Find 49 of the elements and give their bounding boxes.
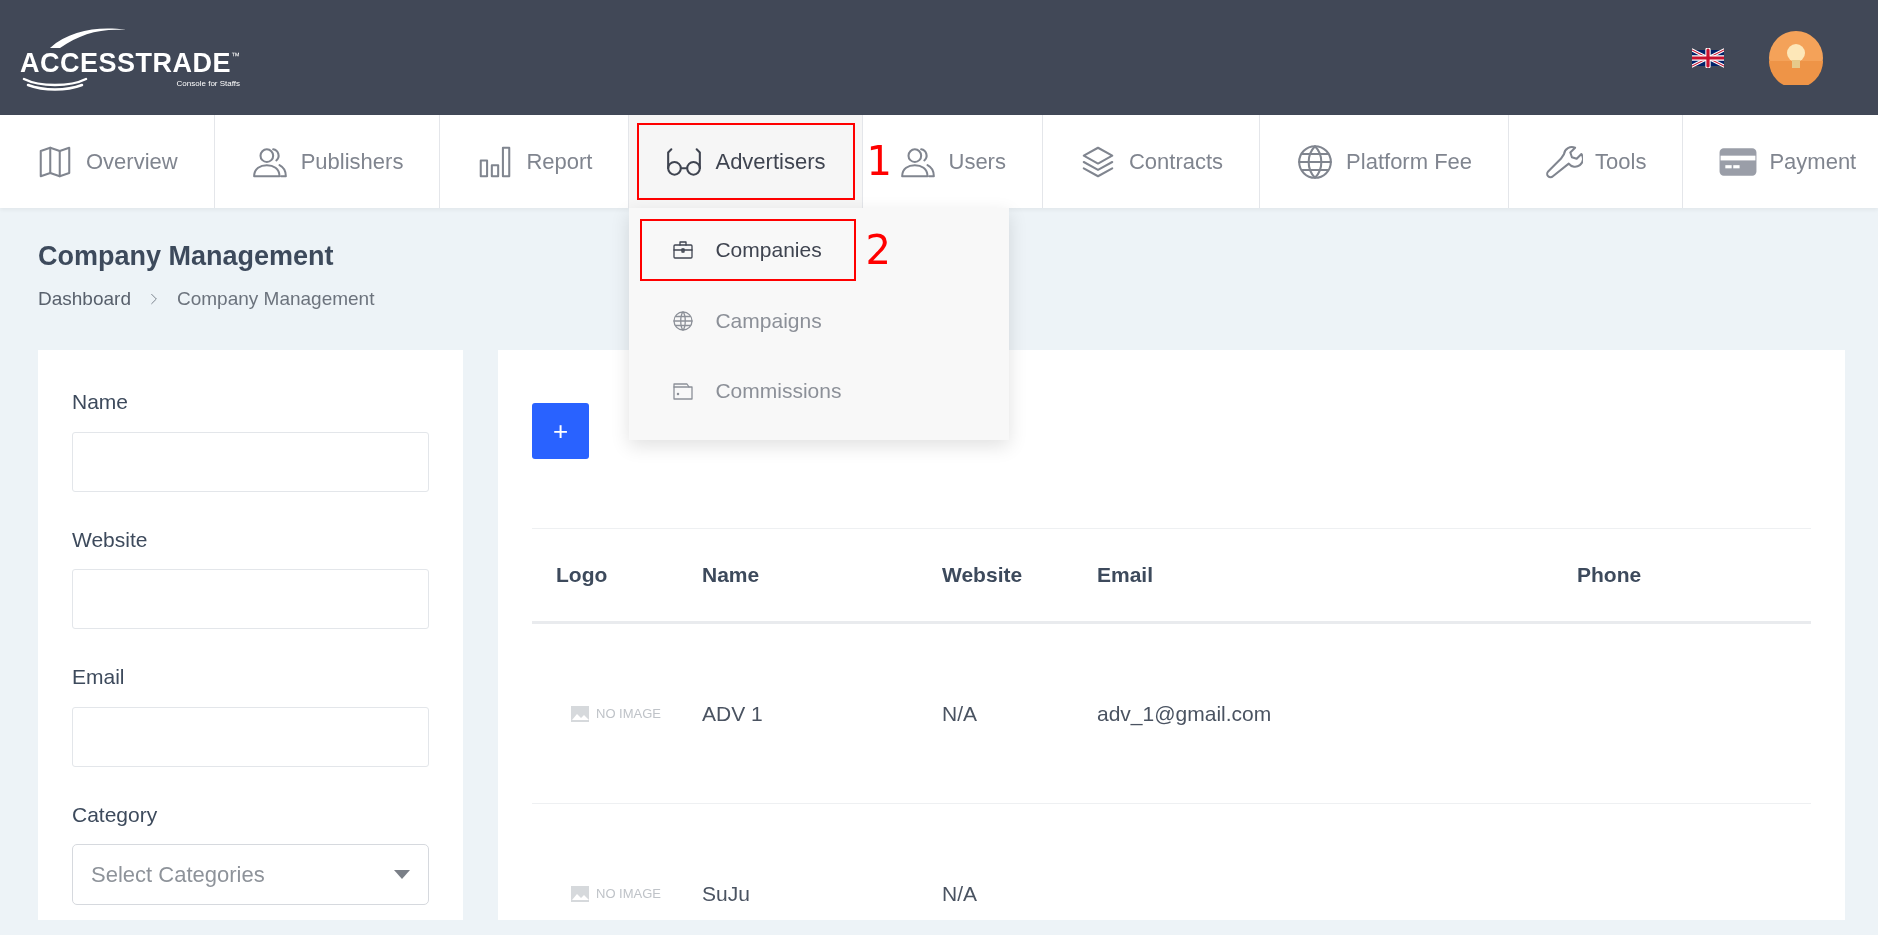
field-label: Category xyxy=(72,801,159,828)
breadcrumb-link[interactable]: Dashboard xyxy=(38,284,131,313)
field-label: Name xyxy=(72,389,130,415)
nav-tab[interactable]: Platform Fee xyxy=(1260,115,1510,208)
input-field[interactable] xyxy=(72,569,429,629)
input-field[interactable] xyxy=(72,706,429,767)
logo-text: ACCESSTRADE xyxy=(20,50,232,77)
nav-tab[interactable]: Report xyxy=(440,115,630,208)
no-image-text: NO IMAGE xyxy=(596,884,661,903)
table-cell-text: N/A xyxy=(942,700,977,727)
nav-tab[interactable]: Advertisers xyxy=(629,115,863,208)
field-label: Email xyxy=(72,664,126,690)
globe-icon xyxy=(671,309,696,333)
column-header: Website xyxy=(942,562,1024,589)
image-icon xyxy=(570,704,590,723)
nav-tab[interactable]: Publishers xyxy=(214,115,441,208)
table-cell-text: SuJu xyxy=(702,880,750,907)
swoosh-icon xyxy=(20,77,90,91)
add-button[interactable]: + xyxy=(532,403,589,459)
nav-tab[interactable]: Contracts xyxy=(1042,115,1261,208)
page-title: Company Management xyxy=(38,240,334,273)
briefcase-icon xyxy=(671,238,696,262)
column-header: Logo xyxy=(555,562,609,589)
dropdown-item[interactable]: Companies xyxy=(639,218,858,282)
dropdown-item[interactable]: Campaigns xyxy=(629,286,1010,356)
dropdown-item[interactable]: Commissions xyxy=(629,356,1010,426)
table-cell-text: N/A xyxy=(942,880,977,907)
input-field[interactable] xyxy=(72,431,429,492)
avatar-icon xyxy=(1769,30,1823,85)
caret-down-icon xyxy=(394,869,410,880)
uk-flag-icon xyxy=(1692,47,1724,68)
column-header: Name xyxy=(702,562,761,589)
table-cell-text: adv_1@gmail.com xyxy=(1097,700,1272,728)
field-label: Website xyxy=(72,526,149,553)
nav-tab[interactable]: Payment xyxy=(1683,115,1878,208)
trademark-text: ™ xyxy=(231,50,241,63)
callout-number: 2 xyxy=(865,230,891,270)
image-icon xyxy=(570,884,590,903)
column-header: Email xyxy=(1097,562,1155,589)
column-header: Phone xyxy=(1577,562,1643,589)
globe-icon xyxy=(1296,142,1335,181)
breadcrumb-current: Company Management xyxy=(176,286,375,311)
nav-tab[interactable]: Tools xyxy=(1509,115,1684,208)
nav-tab[interactable]: Overview xyxy=(0,115,215,208)
no-image-text: NO IMAGE xyxy=(596,704,661,723)
category-select[interactable]: Select Categories xyxy=(72,844,429,905)
callout-number: 1 xyxy=(866,141,892,181)
table-cell-text: ADV 1 xyxy=(702,700,763,727)
logo-tagline: Console for Staffs xyxy=(176,80,241,88)
